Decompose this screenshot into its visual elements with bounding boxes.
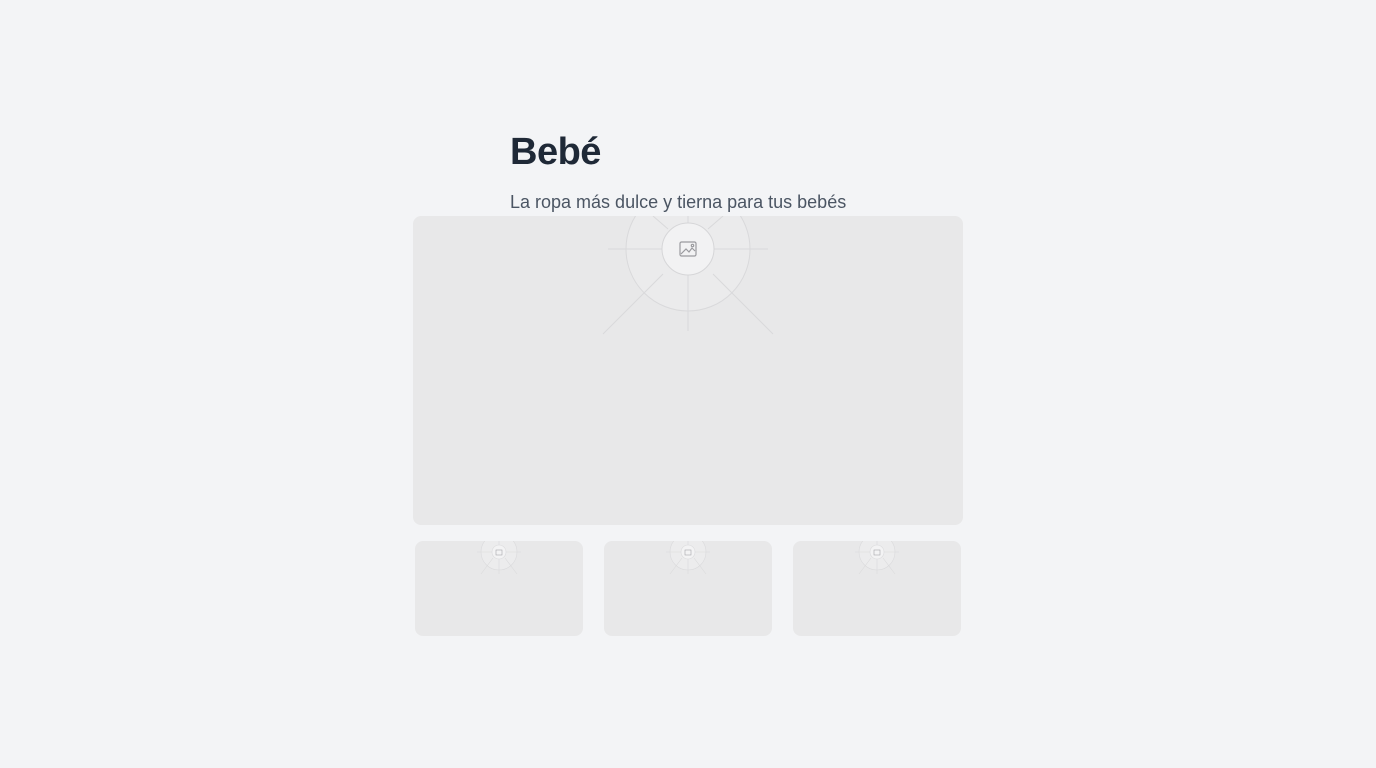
thumbnail-1[interactable]: [415, 541, 583, 636]
image-placeholder-icon: [477, 541, 521, 575]
image-placeholder-icon: [602, 216, 774, 335]
image-placeholder-icon: [855, 541, 899, 575]
page-title: Bebé: [510, 131, 601, 173]
thumbnail-2[interactable]: [604, 541, 772, 636]
image-placeholder-icon: [666, 541, 710, 575]
page-subtitle: La ropa más dulce y tierna para tus bebé…: [510, 192, 847, 212]
main-image-placeholder[interactable]: [413, 216, 963, 525]
page: Bebé La ropa más dulce y tierna para tus…: [0, 0, 1376, 768]
thumbnail-3[interactable]: [793, 541, 961, 636]
